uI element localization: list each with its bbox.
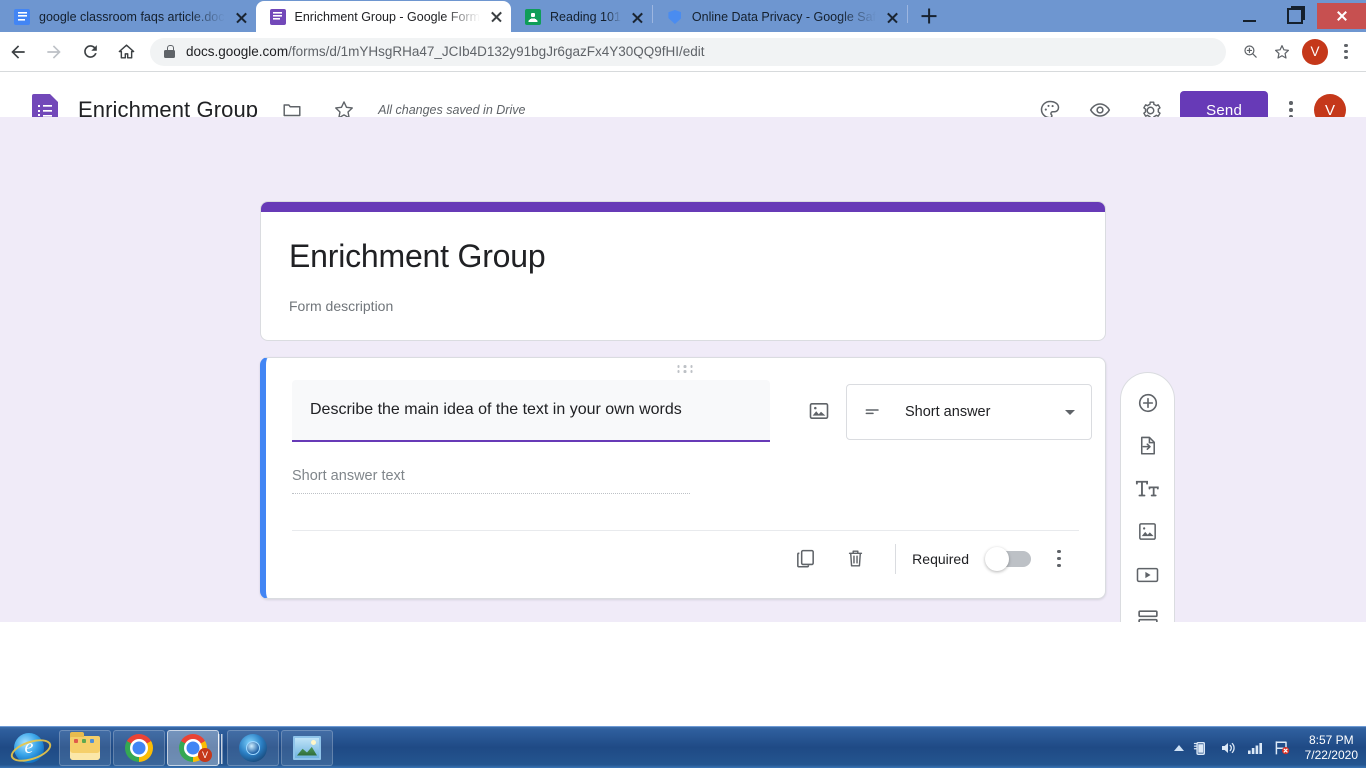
close-icon[interactable] [233,9,250,26]
question-card[interactable]: Describe the main idea of the text in yo… [260,357,1106,599]
tab-title: Enrichment Group - Google Form [294,9,481,24]
close-window-button[interactable] [1317,3,1366,29]
question-top-row: Describe the main idea of the text in yo… [292,380,1092,442]
browser-tab-4[interactable]: Online Data Privacy - Google Saf [653,2,907,32]
page-title[interactable]: Enrichment Group [289,236,1077,276]
bookmark-star-icon[interactable] [1266,36,1298,68]
forms-icon [269,8,286,25]
save-status: All changes saved in Drive [378,103,526,117]
tab-divider [907,5,909,23]
add-question-icon[interactable] [1124,381,1172,424]
form-description[interactable]: Form description [289,298,1077,314]
docs-icon [14,9,30,25]
question-title-wrap: Describe the main idea of the text in yo… [292,380,770,442]
footer-divider [895,543,897,574]
safety-icon [666,9,683,25]
required-toggle[interactable] [985,546,1031,571]
profile-badge: V [198,747,212,762]
taskbar-item-chrome-profile-v[interactable]: V [167,729,223,766]
address-bar[interactable]: docs.google.com/forms/d/1mYHsgRHa47_JCIb… [150,37,1226,66]
browser-toolbar: docs.google.com/forms/d/1mYHsgRHa47_JCIb… [0,32,1366,72]
add-section-icon[interactable] [1124,596,1172,622]
tab-title: google classroom faqs article.doc [39,10,225,24]
question-footer: Required [292,530,1079,586]
window-controls [1227,0,1366,32]
system-tray: 8:57 PM 7/22/2020 [1173,733,1366,763]
browser-tab-3[interactable]: Reading 101 [511,2,652,32]
delete-icon[interactable] [831,535,879,583]
volume-icon[interactable] [1218,737,1238,759]
ie-icon: e [14,732,44,763]
form-title-card[interactable]: Enrichment Group Form description [260,201,1106,341]
new-tab-button[interactable] [914,2,944,30]
home-button[interactable] [108,34,144,70]
question-type-select[interactable]: Short answer [846,384,1092,440]
taskbar-item-photo-viewer[interactable] [281,729,333,766]
taskbar-clock[interactable]: 8:57 PM 7/22/2020 [1299,733,1358,763]
toolbar-actions: V [1234,36,1366,68]
taskbar-item-internet-explorer[interactable]: e [0,727,58,769]
add-image-icon[interactable] [1124,510,1172,553]
reload-button[interactable] [72,34,108,70]
forward-button[interactable] [36,34,72,70]
duplicate-icon[interactable] [781,535,829,583]
browser-profile-avatar[interactable]: V [1302,38,1328,65]
question-type-label: Short answer [905,404,991,420]
zoom-icon[interactable] [1234,36,1266,68]
short-answer-icon [865,409,879,415]
form-canvas: Enrichment Group Form description Descri… [0,117,1366,622]
form-accent-bar [261,202,1105,212]
minimize-button[interactable] [1227,3,1272,29]
add-video-icon[interactable] [1124,553,1172,596]
import-questions-icon[interactable] [1124,424,1172,467]
show-hidden-icons-icon[interactable] [1173,744,1184,751]
close-icon[interactable] [629,9,646,26]
taskbar-item-media-player[interactable] [227,729,279,766]
close-icon[interactable] [884,9,901,26]
browser-tab-strip: google classroom faqs article.doc Enrich… [0,0,1366,32]
url-text: docs.google.com/forms/d/1mYHsgRHa47_JCIb… [186,44,705,59]
browser-tab-1[interactable]: google classroom faqs article.doc [0,2,256,32]
lock-icon [164,45,175,58]
browser-menu-icon[interactable] [1332,37,1360,67]
browser-tab-2[interactable]: Enrichment Group - Google Form [255,1,512,32]
add-title-description-icon[interactable] [1124,467,1172,510]
photo-icon [293,735,321,760]
action-center-flag-icon[interactable] [1272,737,1292,759]
network-signal-icon[interactable] [1245,737,1265,759]
taskbar-item-file-explorer[interactable] [59,729,111,766]
classroom-icon [525,9,542,25]
tab-title: Online Data Privacy - Google Saf [691,10,877,24]
folder-icon [70,731,100,760]
question-text-input[interactable]: Describe the main idea of the text in yo… [292,380,770,442]
maximize-button[interactable] [1272,3,1317,29]
question-more-options-icon[interactable] [1039,539,1079,579]
media-icon [239,733,267,762]
close-icon[interactable] [488,8,505,25]
form-column: Enrichment Group Form description Descri… [260,201,1106,599]
required-label: Required [912,550,969,567]
add-image-icon[interactable] [796,388,842,434]
clock-date: 7/22/2020 [1304,747,1358,762]
form-title-body: Enrichment Group Form description [261,212,1105,340]
windows-taskbar: e V 8:57 PM 7/22/2020 [0,726,1366,768]
toggle-knob [985,546,1009,571]
back-button[interactable] [0,34,36,70]
chevron-down-icon [1065,409,1075,415]
taskbar-item-chrome[interactable] [113,729,165,766]
tab-title: Reading 101 [550,10,621,24]
battery-icon[interactable] [1191,737,1211,759]
drag-handle-icon[interactable] [677,365,694,373]
answer-placeholder: Short answer text [292,468,690,494]
chrome-icon [125,733,153,762]
form-tool-rail [1120,372,1175,622]
clock-time: 8:57 PM [1308,732,1354,747]
